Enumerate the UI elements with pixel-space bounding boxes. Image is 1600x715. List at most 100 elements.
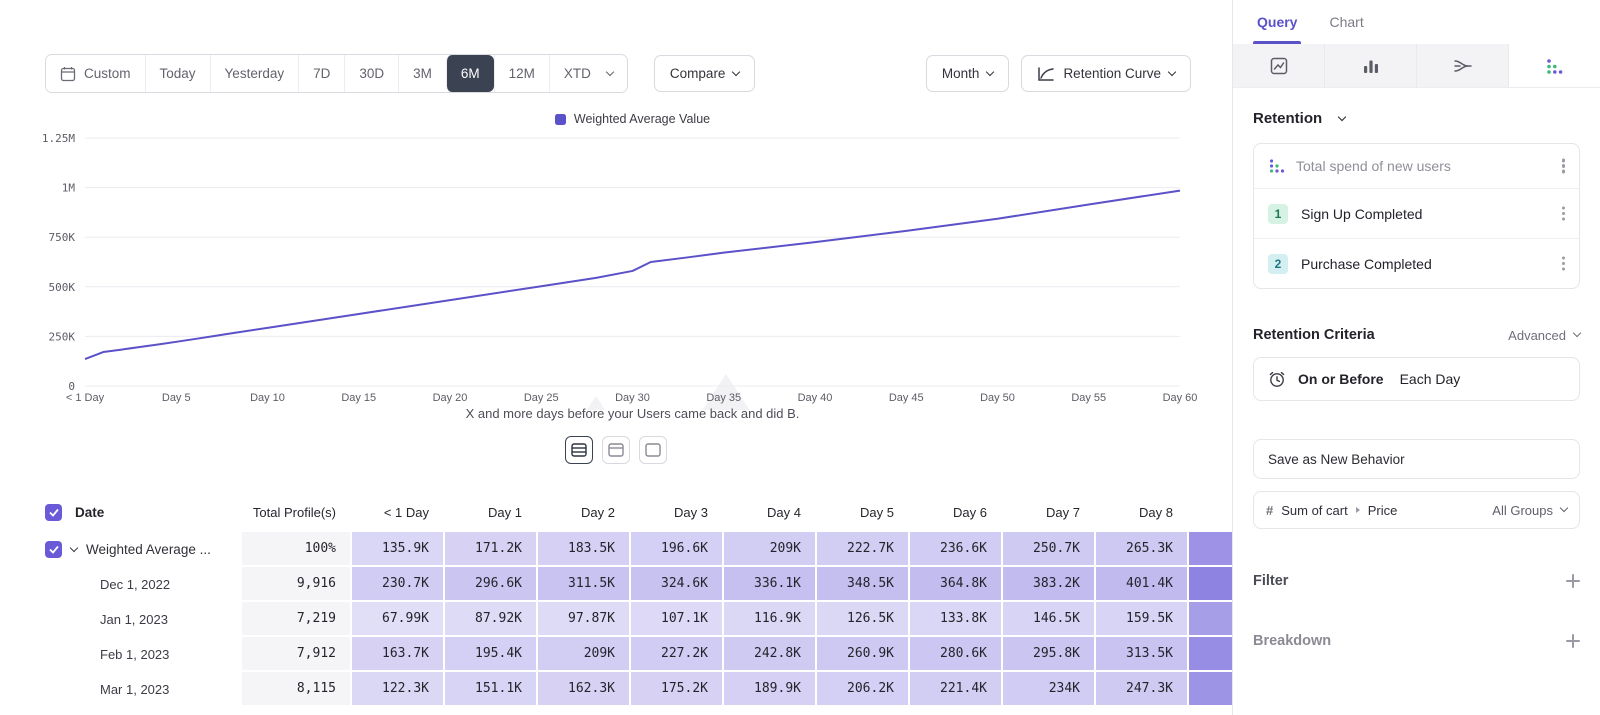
retention-value-cell[interactable]: 183.5K (536, 532, 629, 567)
retention-value-cell[interactable]: 311.5K (536, 567, 629, 602)
retention-value-cell[interactable]: 324.6K (629, 567, 722, 602)
retention-timing-control[interactable]: On or Before Each Day (1253, 357, 1580, 401)
retention-value-cell-partial[interactable] (1187, 637, 1234, 672)
compare-button[interactable]: Compare (654, 55, 756, 92)
view-toggle-split[interactable] (602, 436, 630, 464)
retention-value-cell[interactable]: 151.1K (443, 672, 536, 707)
row-checkbox[interactable] (45, 541, 62, 558)
range-button-today[interactable]: Today (145, 55, 210, 92)
retention-value-cell[interactable]: 189.9K (722, 672, 815, 707)
retention-value-cell[interactable]: 236.6K (908, 532, 1001, 567)
retention-value-cell[interactable]: 107.1K (629, 602, 722, 637)
insights-icon[interactable] (1233, 44, 1325, 87)
retention-value-cell[interactable]: 265.3K (1094, 532, 1187, 567)
flows-icon[interactable] (1417, 44, 1509, 87)
retention-value-cell[interactable]: 171.2K (443, 532, 536, 567)
behavior-title: Total spend of new users (1296, 158, 1451, 174)
retention-value-cell[interactable]: 135.9K (350, 532, 443, 567)
measurement-control[interactable]: # Sum of cart Price All Groups (1253, 491, 1580, 529)
range-button-custom[interactable]: Custom (46, 55, 145, 92)
column-header-date[interactable]: Date (0, 492, 240, 532)
breakdown-section: Breakdown (1253, 633, 1580, 649)
retention-value-cell[interactable]: 126.5K (815, 602, 908, 637)
report-section-dropdown[interactable]: Retention (1253, 110, 1580, 127)
advanced-dropdown[interactable]: Advanced (1508, 328, 1580, 343)
retention-value-cell[interactable]: 67.99K (350, 602, 443, 637)
retention-value-cell[interactable]: 260.9K (815, 637, 908, 672)
retention-value-cell[interactable]: 209K (722, 532, 815, 567)
granularity-button[interactable]: Month (926, 55, 1010, 92)
row-date-cell[interactable]: Jan 1, 2023 (0, 602, 240, 637)
retention-value-cell[interactable]: 383.2K (1001, 567, 1094, 602)
add-breakdown-button[interactable] (1566, 634, 1580, 648)
total-profiles-cell: 8,115 (240, 672, 350, 707)
retention-value-cell[interactable]: 247.3K (1094, 672, 1187, 707)
range-button-yesterday[interactable]: Yesterday (210, 55, 299, 92)
range-button-xtd[interactable]: XTD (549, 55, 627, 92)
behavior-step-1[interactable]: 1Sign Up Completed (1254, 188, 1579, 238)
bar-chart-icon[interactable] (1325, 44, 1417, 87)
behavior-step-2[interactable]: 2Purchase Completed (1254, 238, 1579, 288)
retention-value-cell[interactable]: 146.5K (1001, 602, 1094, 637)
retention-value-cell-partial[interactable] (1187, 567, 1234, 602)
retention-value-cell[interactable]: 159.5K (1094, 602, 1187, 637)
tab-chart[interactable]: Chart (1329, 0, 1363, 44)
retention-value-cell[interactable]: 116.9K (722, 602, 815, 637)
range-button-6m[interactable]: 6M (446, 55, 494, 92)
kebab-menu-icon[interactable] (1562, 164, 1566, 168)
chart-type-button[interactable]: Retention Curve (1021, 55, 1191, 92)
view-toggle-rows[interactable] (565, 436, 593, 464)
save-behavior-button[interactable]: Save as New Behavior (1253, 439, 1580, 479)
range-button-3m[interactable]: 3M (398, 55, 446, 92)
add-filter-button[interactable] (1566, 574, 1580, 588)
retention-value-cell[interactable]: 401.4K (1094, 567, 1187, 602)
retention-value-cell[interactable]: 295.8K (1001, 637, 1094, 672)
retention-value-cell[interactable]: 227.2K (629, 637, 722, 672)
retention-value-cell[interactable]: 163.7K (350, 637, 443, 672)
view-toggle-single[interactable] (639, 436, 667, 464)
retention-value-cell[interactable]: 313.5K (1094, 637, 1187, 672)
row-date-cell[interactable]: Weighted Average ... (0, 532, 240, 567)
retention-value-cell[interactable]: 242.8K (722, 637, 815, 672)
kebab-menu-icon[interactable] (1562, 212, 1566, 216)
retention-value-cell[interactable]: 296.6K (443, 567, 536, 602)
retention-value-cell[interactable]: 97.87K (536, 602, 629, 637)
select-all-checkbox[interactable] (45, 504, 62, 521)
retention-value-cell[interactable]: 175.2K (629, 672, 722, 707)
retention-value-cell[interactable]: 364.8K (908, 567, 1001, 602)
retention-value-cell-partial[interactable] (1187, 672, 1234, 707)
retention-line-series[interactable] (85, 191, 1180, 359)
retention-value-cell[interactable]: 195.4K (443, 637, 536, 672)
behavior-header[interactable]: Total spend of new users (1254, 144, 1579, 188)
retention-value-cell[interactable]: 209K (536, 637, 629, 672)
retention-value-cell-partial[interactable] (1187, 532, 1234, 567)
retention-value-cell[interactable]: 234K (1001, 672, 1094, 707)
retention-value-cell[interactable]: 221.4K (908, 672, 1001, 707)
range-button-30d[interactable]: 30D (344, 55, 398, 92)
retention-value-cell[interactable]: 348.5K (815, 567, 908, 602)
range-button-7d[interactable]: 7D (298, 55, 344, 92)
retention-value-cell[interactable]: 206.2K (815, 672, 908, 707)
expand-chevron-icon[interactable] (70, 543, 78, 551)
retention-value-cell[interactable]: 133.8K (908, 602, 1001, 637)
groups-dropdown[interactable]: All Groups (1492, 503, 1567, 518)
retention-value-cell[interactable]: 250.7K (1001, 532, 1094, 567)
retention-value-cell-partial[interactable] (1187, 602, 1234, 637)
retention-value-cell[interactable]: 230.7K (350, 567, 443, 602)
retention-value-cell[interactable]: 87.92K (443, 602, 536, 637)
retention-value-cell[interactable]: 196.6K (629, 532, 722, 567)
retention-value-cell[interactable]: 222.7K (815, 532, 908, 567)
retention-value-cell[interactable]: 162.3K (536, 672, 629, 707)
kebab-menu-icon[interactable] (1562, 262, 1566, 266)
row-date-cell[interactable]: Mar 1, 2023 (0, 672, 240, 707)
retention-value-cell[interactable]: 122.3K (350, 672, 443, 707)
tab-query[interactable]: Query (1257, 0, 1297, 44)
range-button-12m[interactable]: 12M (494, 55, 549, 92)
row-date-cell[interactable]: Feb 1, 2023 (0, 637, 240, 672)
calendar-icon (60, 66, 76, 82)
row-date-cell[interactable]: Dec 1, 2022 (0, 567, 240, 602)
retention-icon[interactable] (1509, 44, 1600, 87)
retention-value-cell[interactable]: 280.6K (908, 637, 1001, 672)
retention-value-cell[interactable]: 336.1K (722, 567, 815, 602)
total-profiles-cell: 7,219 (240, 602, 350, 637)
